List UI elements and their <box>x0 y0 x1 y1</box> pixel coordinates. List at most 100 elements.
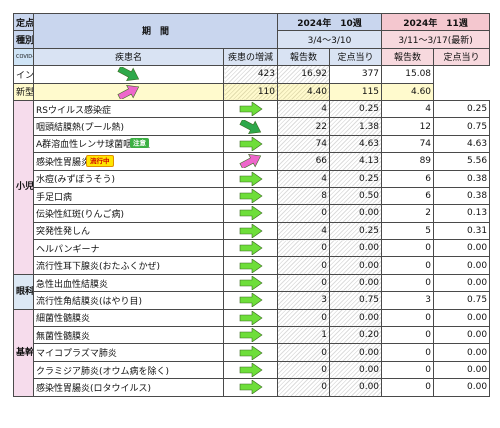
week2-range: 3/11～3/17(最新) <box>381 30 491 49</box>
trend-arrow <box>33 82 224 101</box>
trend-arrow <box>222 360 279 380</box>
week1-reports: 0 <box>277 343 331 362</box>
disease-name: 水痘(みずぼうそう) <box>33 169 224 188</box>
arrow-right-icon <box>239 293 263 308</box>
week1-reports: 0 <box>277 360 331 380</box>
corner-bottom: 種別 <box>13 30 34 49</box>
week2-reports: 0 <box>381 256 435 275</box>
week1-rate: 0.00 <box>329 273 383 293</box>
week2-reports: 377 <box>329 65 383 84</box>
table-row: ヘルパンギーナ 0 0.00 0 0.00 <box>14 239 491 258</box>
arrow-right-icon <box>239 136 263 151</box>
table-row: 眼科 急性出血性結膜炎 0 0.00 0 0.00 <box>13 273 491 310</box>
disease-name: 新型コロナウイルス感染症(COVID-19)注意 <box>13 82 34 101</box>
week1-range: 3/4～3/10 <box>277 30 383 49</box>
week2-rate: 0.38 <box>433 186 491 206</box>
disease-name: インフルエンザ警報レベル!! <box>13 65 34 84</box>
table-row: 感染性胃腸炎(ロタウイルス) 0 0.00 0 0.00 <box>14 378 491 397</box>
arrow-right-icon <box>239 276 263 291</box>
category-pediatric: 小児科 <box>13 99 34 275</box>
week2-rate: 0.00 <box>433 308 491 328</box>
week2-reports: 115 <box>329 82 383 101</box>
table-row: 水痘(みずぼうそう) 4 0.25 6 0.38 <box>14 169 491 188</box>
week2-label: 2024年 11週 <box>381 12 491 32</box>
table-row: クラミジア肺炎(オウム病を除く) 0 0.00 0 0.00 <box>14 360 491 380</box>
week1-reports: 74 <box>277 134 331 154</box>
trend-arrow <box>222 152 279 171</box>
period-label: 期 間 <box>32 13 279 49</box>
week2-rate: 0.00 <box>433 360 491 380</box>
week2-reports: 3 <box>381 291 435 310</box>
week1-rate: 0.00 <box>329 343 383 362</box>
table-row: 咽頭結膜熱(プール熱) 22 1.38 12 0.75 <box>14 117 491 136</box>
week2-reports: 0 <box>381 239 435 258</box>
disease-name: 流行性耳下腺炎(おたふくかぜ) <box>33 256 224 275</box>
week2-reports: 0 <box>381 273 435 293</box>
arrow-right-icon <box>239 328 263 343</box>
surveillance-table: 定点 期 間 2024年 10週 2024年 11週 種別 3/4～3/10 3… <box>13 12 491 397</box>
week2-reports: 74 <box>381 134 435 154</box>
week1-reports: 4 <box>277 221 331 241</box>
trend-arrow <box>222 134 279 154</box>
week1-reports: 22 <box>277 117 331 136</box>
week1-rate: 0.00 <box>329 239 383 258</box>
category-base: 基幹 <box>13 308 34 397</box>
week2-reports: 12 <box>381 117 435 136</box>
table-row: 小児科RSウイルス感染症40.2540.25 <box>13 99 491 275</box>
week2-reports: 0 <box>381 360 435 380</box>
week1-rate: 0.00 <box>329 378 383 397</box>
arrow-right-icon <box>239 345 263 360</box>
week2-rate: 4.60 <box>381 82 435 101</box>
trend-arrow <box>222 308 279 328</box>
week2-reports: 2 <box>381 204 435 223</box>
week1-rate: 0.75 <box>329 291 383 310</box>
trend-arrow <box>222 186 279 206</box>
arrow-right-icon <box>239 241 263 256</box>
arrow-right-icon <box>239 363 263 377</box>
week1-rate: 0.00 <box>329 256 383 275</box>
trend-arrow <box>222 273 279 293</box>
week1-reports: 3 <box>277 291 331 310</box>
week1-rate: 0.25 <box>329 169 383 188</box>
arrow-right-icon <box>239 206 263 221</box>
disease-name: 感染性胃腸炎 流行中 <box>33 152 224 171</box>
table-row: マイコプラズマ肺炎 0 0.00 0 0.00 <box>14 343 491 362</box>
table-row: 流行性耳下腺炎(おたふくかぜ) 0 0.00 0 0.00 <box>14 256 491 275</box>
disease-name: 伝染性紅斑(りんご病) <box>33 204 224 223</box>
disease-name: 咽頭結膜熱(プール熱) <box>33 117 224 136</box>
week1-reports: 8 <box>277 186 331 206</box>
week2-rate: 0.00 <box>433 343 491 362</box>
week1-rate: 16.92 <box>277 65 331 84</box>
week2-rate: 15.08 <box>381 65 435 84</box>
week1-reports: 423 <box>222 65 279 84</box>
table-row: 感染性胃腸炎 流行中 66 4.13 89 5.56 <box>14 152 491 171</box>
week1-reports: 4 <box>277 99 331 119</box>
disease-name: 流行性角結膜炎(はやり目) <box>33 291 224 310</box>
week1-reports: 110 <box>222 82 279 101</box>
week1-rate: 0.20 <box>329 326 383 345</box>
disease-name: マイコプラズマ肺炎 <box>33 343 224 362</box>
disease-name: 突発性発しん <box>33 221 224 241</box>
arrow-up-right-icon <box>238 154 261 169</box>
category-eye: 眼科 <box>13 273 34 310</box>
week1-reports: 0 <box>277 378 331 397</box>
disease-name: 急性出血性結膜炎 <box>33 273 224 293</box>
col-per-site-header: 定点当り <box>329 47 383 67</box>
trend-arrow <box>222 343 279 362</box>
week2-rate: 5.56 <box>433 152 491 171</box>
week1-reports: 0 <box>277 308 331 328</box>
table-row: 手足口病 8 0.50 6 0.38 <box>14 186 491 206</box>
disease-name: 細菌性髄膜炎 <box>33 308 224 328</box>
week1-reports: 0 <box>277 204 331 223</box>
week2-rate: 0.00 <box>433 326 491 345</box>
trend-arrow <box>222 256 279 275</box>
table-row: 基幹 細菌性髄膜炎 0 0.00 0 0.00 <box>13 308 491 397</box>
trend-arrow <box>222 326 279 345</box>
arrow-up-right-icon <box>116 84 139 99</box>
trend-arrow <box>222 204 279 223</box>
week2-rate: 0.13 <box>433 204 491 223</box>
week2-rate: 0.31 <box>433 221 491 241</box>
table-row: 流行性角結膜炎(はやり目) 3 0.75 3 0.75 <box>14 291 491 310</box>
week2-rate: 4.63 <box>433 134 491 154</box>
col-reports-header: 報告数 <box>381 47 435 67</box>
